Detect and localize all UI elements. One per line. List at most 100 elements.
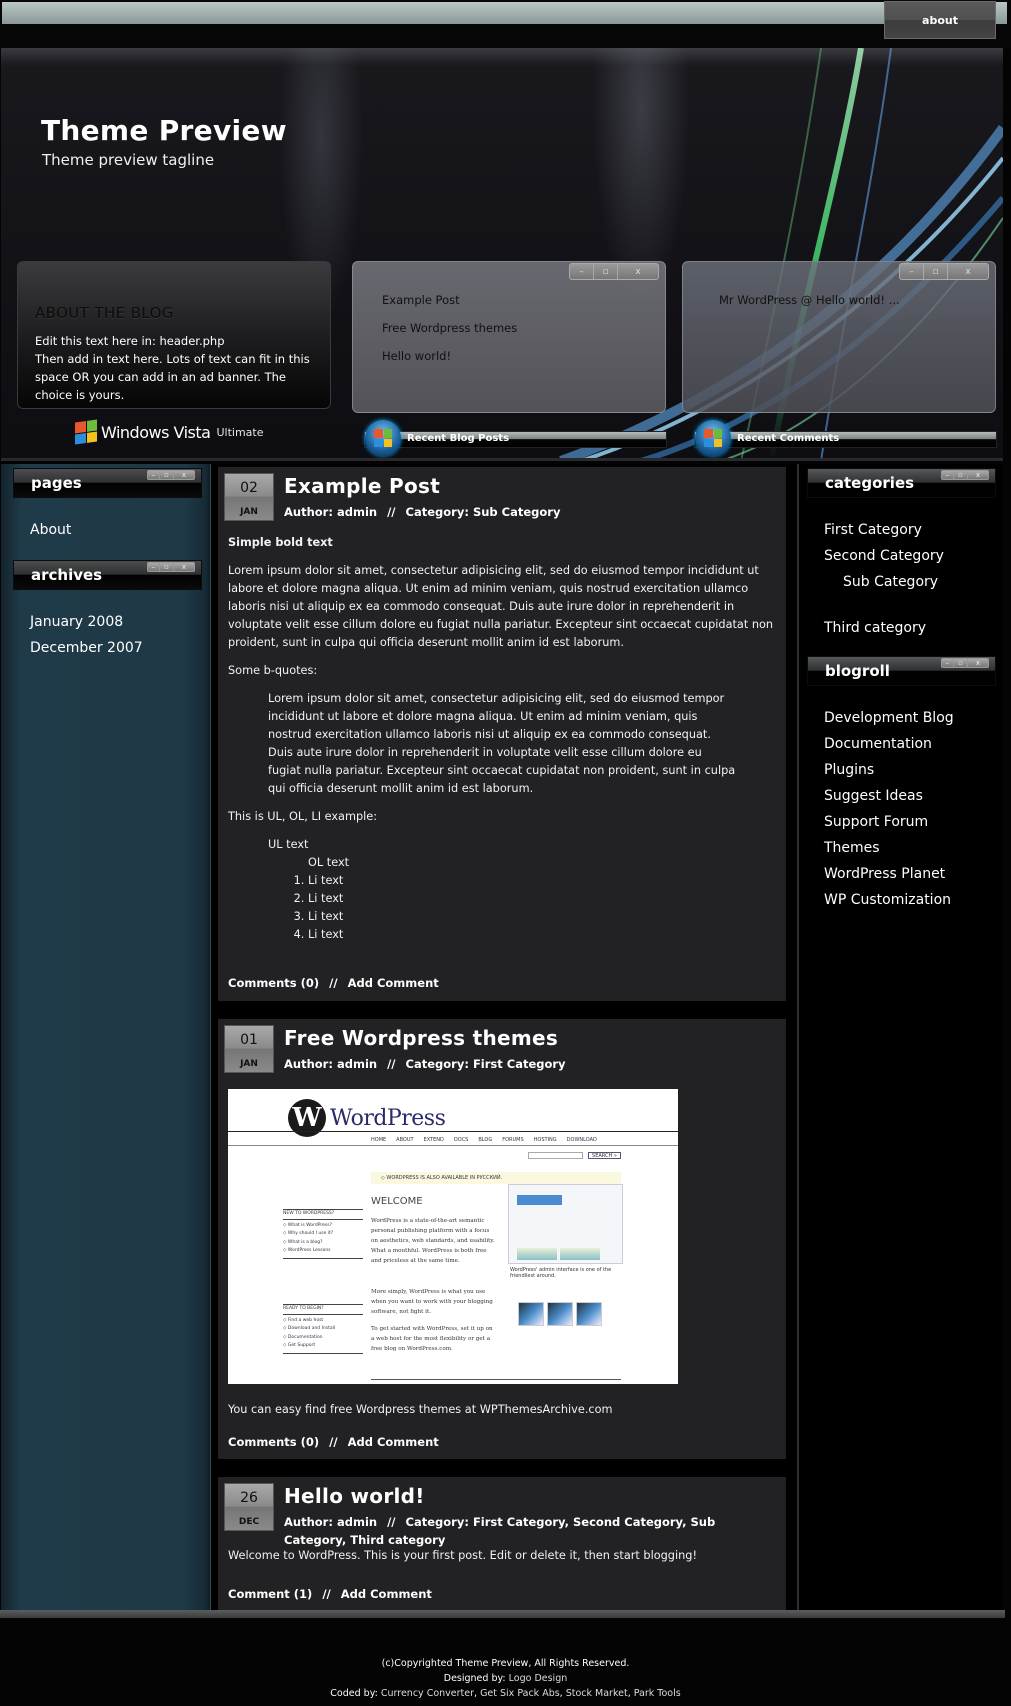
site-title[interactable]: Theme Preview	[41, 114, 287, 147]
wp-para: More simply, WordPress is what you use w…	[371, 1289, 493, 1315]
category-label: Category:	[405, 505, 469, 519]
li-item: Li text	[308, 908, 778, 926]
divider	[228, 1131, 678, 1132]
recent-post-link[interactable]: Free Wordpress themes	[382, 321, 517, 335]
close-icon[interactable]: x	[174, 471, 194, 479]
blogroll-link[interactable]: Themes	[824, 835, 996, 861]
ol-text: OL text	[308, 856, 350, 869]
blogroll-link[interactable]: Support Forum	[824, 809, 996, 835]
meta-separator: //	[329, 1435, 338, 1449]
minimize-icon[interactable]: –	[900, 264, 924, 279]
post-content: Welcome to WordPress. This is your first…	[228, 1547, 778, 1575]
author-link[interactable]: admin	[337, 1515, 377, 1529]
coder-link[interactable]: Currency Converter	[381, 1688, 474, 1699]
maximize-icon[interactable]: ▫	[954, 659, 968, 667]
blogroll-link[interactable]: Development Blog	[824, 705, 996, 731]
wp-link: ◇ Download and Install	[283, 1326, 336, 1331]
wp-nav-item: HOME	[371, 1137, 387, 1143]
wp-link: ◇ What is a blog?	[283, 1239, 323, 1245]
category-label: Category:	[405, 1515, 469, 1529]
ul-example: UL text OL text	[268, 836, 778, 872]
category-link[interactable]: Sub Category	[824, 569, 996, 595]
blogroll-link[interactable]: WP Customization	[824, 887, 996, 913]
comments-link[interactable]: Comments (0)	[228, 1435, 319, 1449]
post-day: 02	[240, 480, 258, 496]
wp-nav: HOME ABOUT EXTEND DOCS BLOG FORUMS HOSTI…	[371, 1137, 597, 1143]
coder-link[interactable]: Get Six Pack Abs	[480, 1688, 560, 1699]
close-icon[interactable]: x	[618, 264, 658, 279]
recent-posts-footer: Recent Blog Posts	[364, 420, 667, 456]
category-link[interactable]: First Category	[473, 1057, 566, 1071]
post-title-link[interactable]: Example Post	[284, 474, 440, 498]
widget-title: pages	[31, 474, 82, 492]
add-comment-link[interactable]: Add Comment	[348, 976, 439, 990]
window-controls: – ▫ x	[569, 263, 659, 280]
close-icon[interactable]: x	[174, 563, 194, 571]
window-controls: – ▫ x	[146, 562, 195, 572]
maximize-icon[interactable]: ▫	[160, 563, 174, 571]
nav-about-tab[interactable]: about	[884, 1, 996, 39]
li-item: Li text	[308, 872, 778, 890]
windows-orb-icon	[365, 420, 401, 456]
designer-link[interactable]: Logo Design	[509, 1673, 568, 1684]
recent-post-link[interactable]: Example Post	[382, 293, 517, 307]
close-icon[interactable]: x	[948, 264, 988, 279]
author-link[interactable]: admin	[337, 505, 377, 519]
archive-link[interactable]: January 2008	[30, 609, 202, 635]
minimize-icon[interactable]: –	[942, 659, 955, 667]
category-link[interactable]: Sub Category	[473, 505, 561, 519]
wp-thumbnails	[518, 1302, 602, 1326]
li-item: Li text	[308, 926, 778, 944]
minimize-icon[interactable]: –	[570, 264, 594, 279]
wp-link: ◇ Why should I use it?	[283, 1231, 334, 1236]
coder-link[interactable]: Stock Market	[566, 1688, 628, 1699]
add-comment-link[interactable]: Add Comment	[348, 1435, 439, 1449]
wp-link: ◇ Get Support	[283, 1343, 316, 1348]
post-paragraph: You can easy find free Wordpress themes …	[228, 1403, 613, 1416]
maximize-icon[interactable]: ▫	[160, 471, 174, 479]
post: 01 JAN Free Wordpress themes Author: adm…	[218, 1019, 786, 1459]
coded-label: Coded by:	[330, 1688, 378, 1699]
widget-header: archives – ▫ x	[13, 560, 202, 590]
post-title-link[interactable]: Free Wordpress themes	[284, 1026, 558, 1050]
categories-widget: categories – ▫ x First Category Second Cat…	[807, 468, 996, 641]
coder-link[interactable]: Park Tools	[634, 1688, 681, 1699]
add-comment-link[interactable]: Add Comment	[341, 1587, 432, 1601]
post-day: 01	[240, 1032, 258, 1048]
recent-post-link[interactable]: Hello world!	[382, 349, 517, 363]
wp-nav-item: DOCS	[453, 1137, 469, 1143]
category-link[interactable]: Third category	[824, 615, 996, 641]
blogroll-link[interactable]: WordPress Planet	[824, 861, 996, 887]
close-icon[interactable]: x	[968, 659, 988, 667]
wp-caption: WordPress' admin interface is one of the…	[510, 1267, 612, 1279]
blogroll-link[interactable]: Suggest Ideas	[824, 783, 996, 809]
category-link[interactable]: Second Category	[824, 543, 996, 569]
widget-title: archives	[31, 566, 103, 584]
wp-notice: ◇ WORDPRESS IS ALSO AVAILABLE IN РУССКИЙ…	[371, 1172, 621, 1184]
maximize-icon[interactable]: ▫	[594, 264, 618, 279]
blogroll-link[interactable]: Documentation	[824, 731, 996, 757]
wp-admin-bar	[517, 1195, 562, 1205]
comments-link[interactable]: Comment (1)	[228, 1587, 312, 1601]
minimize-icon[interactable]: –	[148, 563, 161, 571]
bquote-intro: Some b-quotes:	[228, 664, 318, 677]
minimize-icon[interactable]: –	[148, 471, 161, 479]
category-label: Category:	[405, 1057, 469, 1071]
blogroll-link[interactable]: Plugins	[824, 757, 996, 783]
maximize-icon[interactable]: ▫	[924, 264, 948, 279]
close-icon[interactable]: x	[968, 471, 988, 479]
author-link[interactable]: admin	[337, 1057, 377, 1071]
divider	[371, 1379, 621, 1380]
archive-link[interactable]: December 2007	[30, 635, 202, 661]
category-link[interactable]: First Category	[824, 517, 996, 543]
ul-text: UL text	[268, 838, 309, 851]
comments-link[interactable]: Comments (0)	[228, 976, 319, 990]
post-title-link[interactable]: Hello world!	[284, 1484, 425, 1508]
vista-edition: Ultimate	[216, 425, 264, 439]
wp-ready-box: READY TO BEGIN? ◇ Find a web host ◇ Down…	[283, 1304, 363, 1354]
minimize-icon[interactable]: –	[942, 471, 955, 479]
page-link-about[interactable]: About	[30, 517, 202, 543]
recent-posts-title: Recent Blog Posts	[407, 433, 510, 444]
recent-comment-link[interactable]: Mr WordPress @ Hello world! ...	[719, 293, 900, 307]
maximize-icon[interactable]: ▫	[954, 471, 968, 479]
